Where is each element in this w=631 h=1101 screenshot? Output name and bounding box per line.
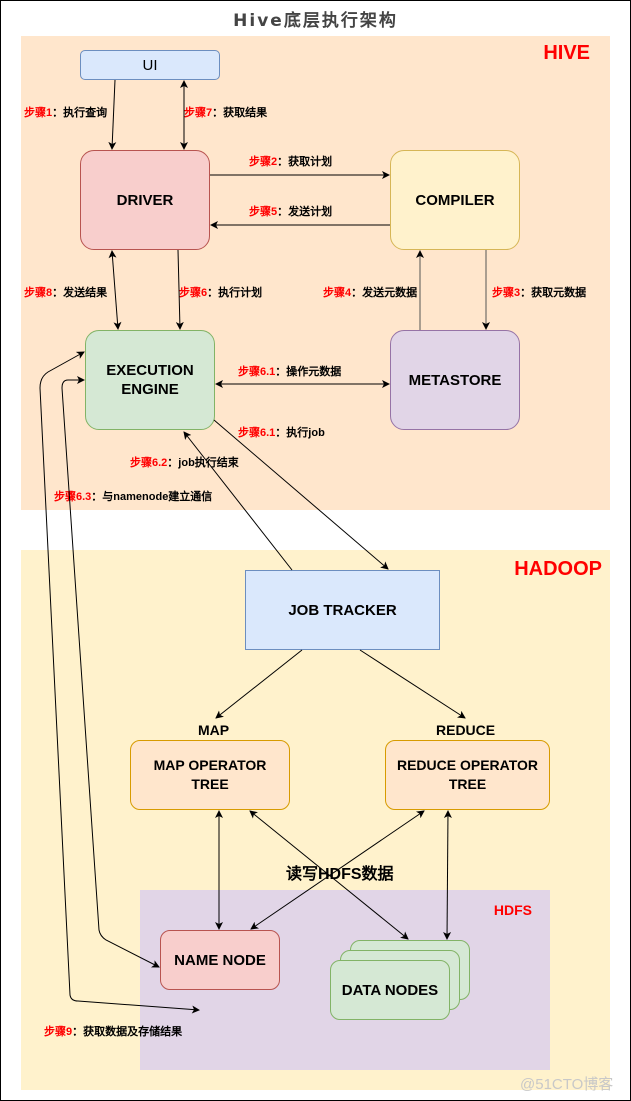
- hdfs-region-label: HDFS: [493, 902, 532, 918]
- step-6-label: 步骤6：执行计划: [179, 287, 263, 299]
- step-7-label: 步骤7：获取结果: [184, 107, 268, 119]
- compiler-node: COMPILER: [390, 150, 520, 250]
- data-nodes-label: DATA NODES: [341, 981, 439, 999]
- job-tracker-node: JOB TRACKER: [245, 570, 440, 650]
- reduce-tree-label-line1: REDUCE OPERATOR: [396, 757, 539, 773]
- driver-node: DRIVER: [80, 150, 210, 250]
- step-5-label: 步骤5：发送计划: [249, 206, 333, 218]
- reduce-operator-tree-node: REDUCE OPERATOR TREE: [385, 740, 550, 810]
- step-4-label: 步骤4：发送元数据: [323, 287, 418, 299]
- step-8-label: 步骤8：发送结果: [24, 287, 108, 299]
- step-6-2-label: 步骤6.2：job执行结束: [130, 457, 239, 469]
- name-node-label: NAME NODE: [174, 951, 266, 969]
- map-tree-label-line1: MAP OPERATOR: [153, 757, 267, 773]
- name-node: NAME NODE: [160, 930, 280, 990]
- reduce-tree-label-line2: TREE: [448, 776, 487, 792]
- map-tree-label-line2: TREE: [191, 776, 229, 792]
- step-6-3-label: 步骤6.3：与namenode建立通信: [54, 491, 213, 503]
- data-nodes-node: DATA NODES: [330, 960, 450, 1020]
- step-3-label: 步骤3：获取元数据: [492, 287, 587, 299]
- ui-node-label: UI: [142, 56, 158, 74]
- step-6-1-job-label: 步骤6.1：执行job: [238, 427, 325, 439]
- step-2-label: 步骤2：获取计划: [249, 156, 333, 168]
- driver-node-label: DRIVER: [116, 191, 174, 209]
- step-6-1-metadata-label: 步骤6.1：操作元数据: [238, 366, 342, 378]
- job-tracker-label: JOB TRACKER: [288, 601, 397, 619]
- reduce-label: REDUCE: [436, 722, 496, 738]
- execution-engine-label-line2: ENGINE: [121, 381, 179, 398]
- watermark: @51CTO博客: [520, 1076, 614, 1093]
- hive-region-label: HIVE: [543, 42, 590, 64]
- metastore-node-label: METASTORE: [408, 371, 502, 389]
- execution-engine-label-line1: EXECUTION: [106, 362, 194, 379]
- ui-node: UI: [80, 50, 220, 80]
- step-9-label: 步骤9：获取数据及存储结果: [44, 1026, 183, 1038]
- map-label: MAP: [198, 722, 230, 738]
- hdfs-read-write-label: 读写HDFS数据: [286, 866, 394, 883]
- execution-engine-node: EXECUTION ENGINE: [85, 330, 215, 430]
- map-operator-tree-node: MAP OPERATOR TREE: [130, 740, 290, 810]
- metastore-node: METASTORE: [390, 330, 520, 430]
- diagram-title: Hive底层执行架构: [233, 11, 398, 31]
- hadoop-region-label: HADOOP: [514, 558, 602, 580]
- step-1-label: 步骤1：执行查询: [24, 107, 108, 119]
- compiler-node-label: COMPILER: [415, 191, 495, 209]
